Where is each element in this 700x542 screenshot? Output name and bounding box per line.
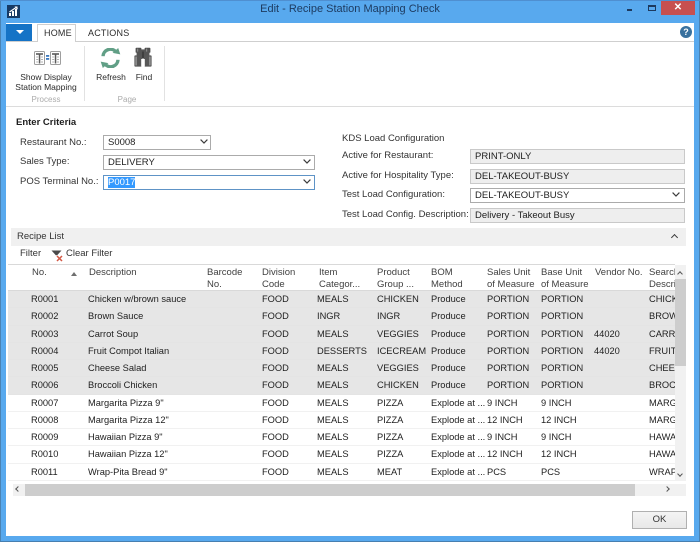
- svg-text:?: ?: [683, 27, 689, 37]
